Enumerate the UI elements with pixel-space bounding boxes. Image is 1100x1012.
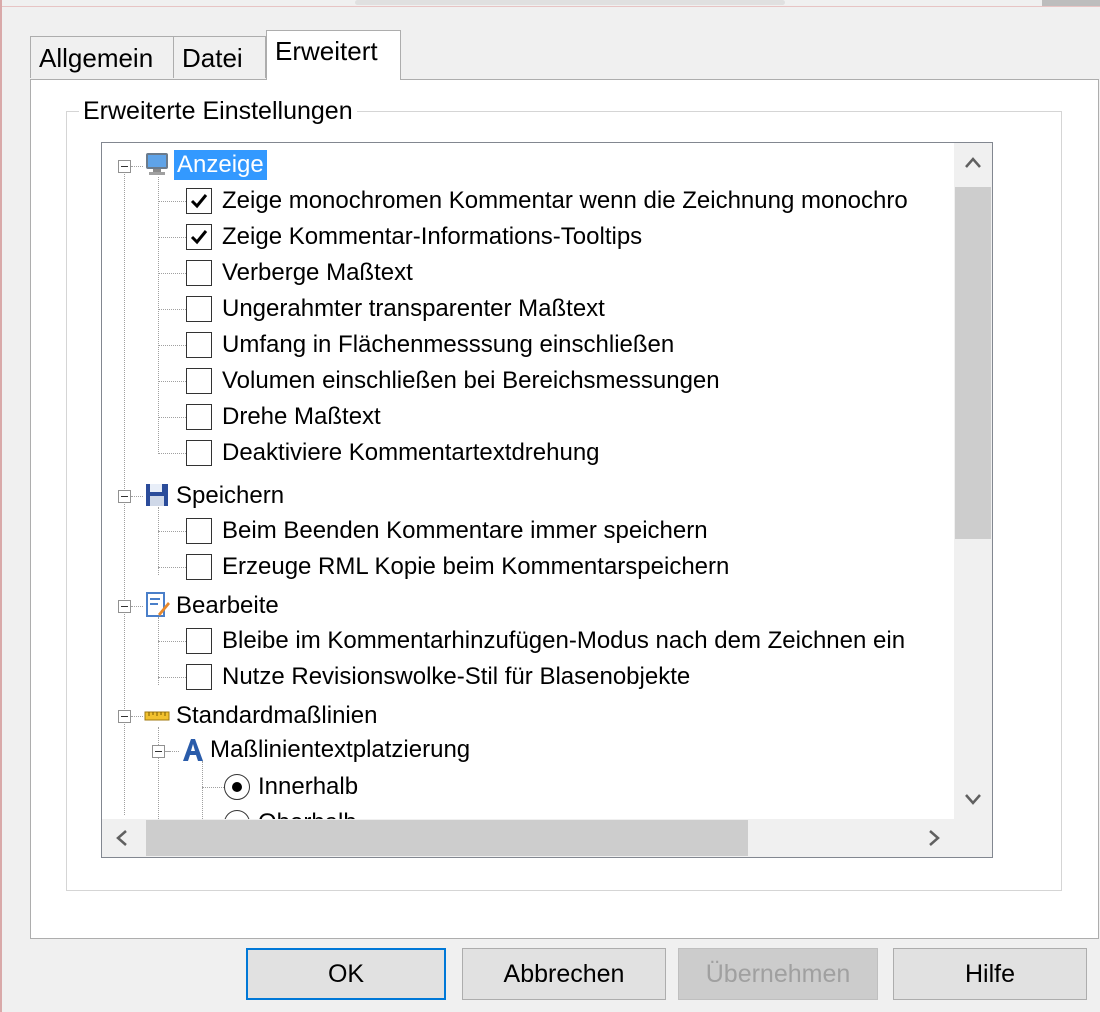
horizontal-scrollbar[interactable]	[102, 819, 954, 857]
scroll-up-icon[interactable]	[954, 143, 992, 183]
radio-selected-dot	[232, 782, 242, 792]
tree-line	[158, 201, 186, 202]
tree-line	[158, 273, 186, 274]
checkbox-unframed-transparent-text[interactable]	[186, 296, 212, 322]
tab-datei[interactable]: Datei	[173, 36, 266, 78]
tab-allgemein[interactable]: Allgemein	[30, 36, 174, 78]
collapse-toggle-bearbeite[interactable]	[118, 600, 131, 613]
tree-line	[158, 677, 186, 678]
tree-line	[158, 641, 186, 642]
tree-node-anzeige[interactable]: Anzeige	[174, 150, 267, 180]
cancel-button[interactable]: Abbrechen	[462, 948, 666, 1000]
settings-tree[interactable]: Anzeige Zeige monochromen Kommentar wenn…	[101, 142, 993, 858]
tab-page-erweitert: Erweiterte Einstellungen Anzeige Zeige m…	[30, 79, 1099, 939]
window-border	[0, 0, 2, 1012]
label-rotate-dimension-text: Drehe Maßtext	[222, 403, 381, 430]
checkbox-disable-text-rotation[interactable]	[186, 440, 212, 466]
radio-innerhalb[interactable]	[224, 774, 250, 800]
checkbox-hide-dimension-text[interactable]	[186, 260, 212, 286]
label-always-save-on-exit: Beim Beenden Kommentare immer speichern	[222, 517, 708, 544]
scroll-down-icon[interactable]	[954, 779, 992, 819]
checkmark-icon	[190, 194, 208, 209]
tree-line	[158, 417, 186, 418]
document-edit-icon	[146, 592, 170, 617]
scrollbar-corner	[954, 819, 992, 857]
checkbox-revision-cloud-style[interactable]	[186, 664, 212, 690]
vertical-scroll-thumb[interactable]	[955, 187, 991, 539]
tree-line	[158, 507, 159, 575]
title-bar-text-blur	[355, 0, 785, 5]
label-oberhalb: Oberhalb	[258, 808, 357, 819]
checkbox-stay-in-add-mode[interactable]	[186, 628, 212, 654]
ruler-icon	[144, 711, 170, 721]
tree-line	[158, 177, 159, 452]
label-disable-text-rotation: Deaktiviere Kommentartextdrehung	[222, 439, 600, 466]
tree-line	[158, 617, 159, 685]
label-comment-tooltips: Zeige Kommentar-Informations-Tooltips	[222, 223, 643, 250]
tree-line	[131, 496, 143, 497]
checkbox-always-save-on-exit[interactable]	[186, 518, 212, 544]
tree-line	[202, 787, 224, 788]
tree-line	[158, 345, 186, 346]
groupbox-title: Erweiterte Einstellungen	[79, 97, 357, 125]
tree-line	[158, 727, 159, 819]
tree-line	[131, 716, 143, 717]
scroll-left-icon[interactable]	[102, 819, 142, 857]
label-include-volume: Volumen einschließen bei Bereichsmessung…	[222, 367, 720, 394]
horizontal-scroll-thumb[interactable]	[146, 820, 748, 856]
tree-line	[158, 531, 186, 532]
help-button[interactable]: Hilfe	[893, 948, 1087, 1000]
monitor-icon	[146, 153, 168, 175]
tree-line	[158, 237, 186, 238]
collapse-toggle-speichern[interactable]	[118, 490, 131, 503]
tree-line	[158, 567, 186, 568]
tree-node-textplatzierung[interactable]: Maßlinientextplatzierung	[210, 735, 470, 765]
apply-button[interactable]: Übernehmen	[678, 948, 878, 1000]
tree-line	[158, 381, 186, 382]
tree-line	[131, 606, 143, 607]
ok-button[interactable]: OK	[246, 948, 446, 1000]
tree-line	[158, 453, 186, 454]
radio-oberhalb[interactable]	[224, 810, 250, 819]
tree-node-standardmasslinien[interactable]: Standardmaßlinien	[176, 701, 377, 731]
scroll-right-icon[interactable]	[914, 819, 954, 857]
checkbox-create-rml-copy[interactable]	[186, 554, 212, 580]
label-hide-dimension-text: Verberge Maßtext	[222, 259, 413, 286]
tree-line	[202, 761, 203, 819]
checkbox-include-perimeter[interactable]	[186, 332, 212, 358]
floppy-disk-icon	[146, 484, 168, 506]
label-unframed-transparent-text: Ungerahmter transparenter Maßtext	[222, 295, 605, 322]
checkbox-rotate-dimension-text[interactable]	[186, 404, 212, 430]
tree-node-bearbeite[interactable]: Bearbeite	[176, 591, 279, 621]
checkbox-include-volume[interactable]	[186, 368, 212, 394]
checkmark-icon	[190, 230, 208, 245]
label-innerhalb: Innerhalb	[258, 773, 359, 800]
label-create-rml-copy: Erzeuge RML Kopie beim Kommentarspeicher…	[222, 553, 730, 580]
label-monochrome-comment: Zeige monochromen Kommentar wenn die Zei…	[222, 187, 908, 214]
tree-line	[165, 751, 179, 752]
label-stay-in-add-mode: Bleibe im Kommentarhinzufügen-Modus nach…	[222, 627, 906, 654]
tree-node-speichern[interactable]: Speichern	[176, 481, 284, 511]
title-bar-remnant	[0, 0, 1100, 7]
vertical-scrollbar[interactable]	[954, 143, 992, 819]
tree-line	[158, 309, 186, 310]
title-bar-control-blur	[1042, 0, 1100, 6]
tab-erweitert[interactable]: Erweitert	[266, 30, 401, 80]
text-a-icon	[183, 739, 203, 761]
tree-line	[131, 166, 143, 167]
label-include-perimeter: Umfang in Flächenmesssung einschließen	[222, 331, 675, 358]
label-revision-cloud-style: Nutze Revisionswolke-Stil für Blasenobje…	[222, 663, 691, 690]
collapse-toggle-textplatzierung[interactable]	[152, 745, 165, 758]
checkbox-monochrome-comment[interactable]	[186, 188, 212, 214]
collapse-toggle-anzeige[interactable]	[118, 160, 131, 173]
tree-content: Anzeige Zeige monochromen Kommentar wenn…	[102, 143, 954, 819]
collapse-toggle-standardmasslinien[interactable]	[118, 710, 131, 723]
checkbox-comment-tooltips[interactable]	[186, 224, 212, 250]
